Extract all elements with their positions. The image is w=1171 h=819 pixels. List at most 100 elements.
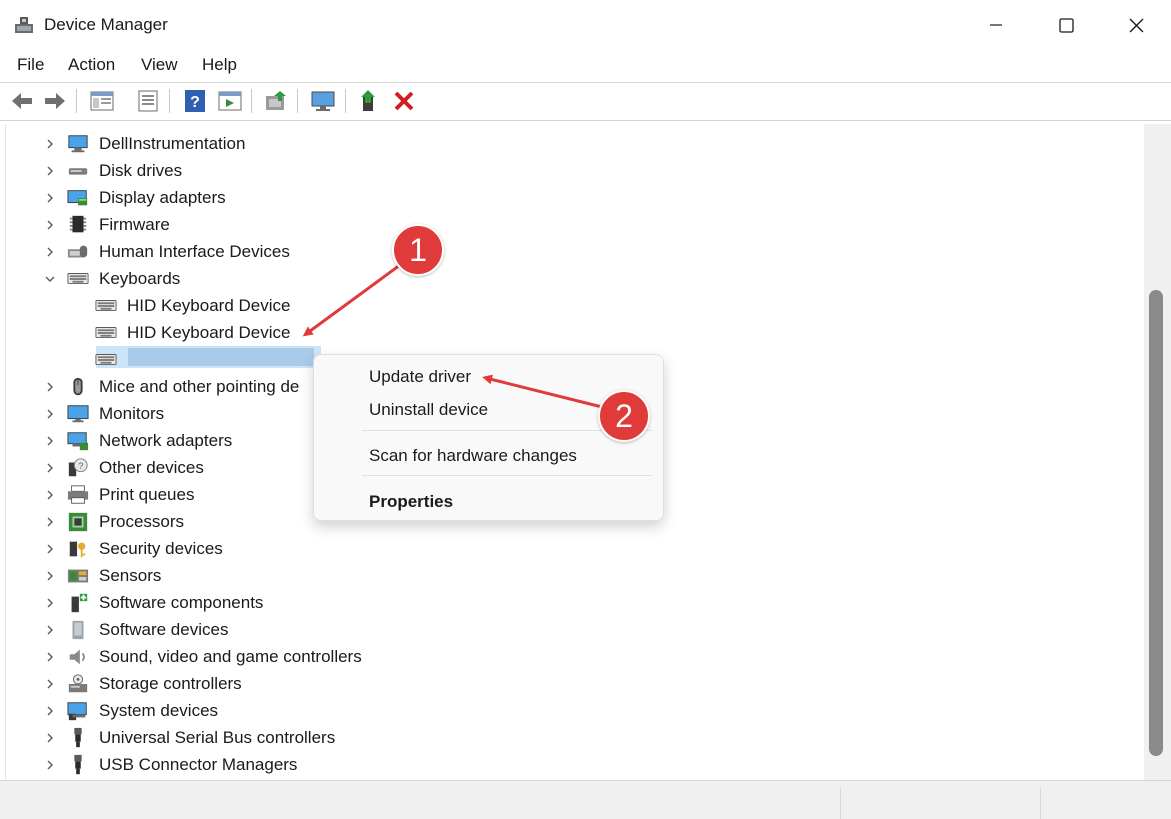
window-title: Device Manager bbox=[44, 15, 168, 34]
tree-category-item[interactable]: DellInstrumentation bbox=[6, 131, 1136, 157]
tree-category-item[interactable]: Disk drives bbox=[6, 158, 1136, 184]
chevron-right-icon[interactable] bbox=[44, 489, 56, 501]
tree-category-item[interactable]: Sound, video and game controllers bbox=[6, 644, 1136, 670]
svg-text:?: ? bbox=[190, 94, 200, 111]
chevron-right-icon[interactable] bbox=[44, 462, 56, 474]
chevron-right-icon[interactable] bbox=[44, 678, 56, 690]
menu-file[interactable]: File bbox=[17, 55, 44, 75]
vertical-scrollbar-thumb[interactable] bbox=[1149, 290, 1163, 756]
chevron-right-icon[interactable] bbox=[44, 705, 56, 717]
tree-category-item[interactable]: Display adapters bbox=[6, 185, 1136, 211]
back-arrow-icon[interactable] bbox=[9, 88, 35, 114]
chevron-right-icon[interactable] bbox=[44, 759, 56, 771]
uninstall-device-icon[interactable] bbox=[391, 88, 417, 114]
tree-item-label: USB Connector Managers bbox=[99, 755, 298, 774]
scan-hardware-icon[interactable] bbox=[263, 88, 289, 114]
toolbar-separator bbox=[297, 89, 298, 113]
chevron-down-icon[interactable] bbox=[44, 273, 56, 285]
chevron-right-icon[interactable] bbox=[44, 192, 56, 204]
chevron-right-icon[interactable] bbox=[44, 408, 56, 420]
svg-text:?: ? bbox=[78, 461, 83, 471]
usb-icon bbox=[74, 727, 82, 748]
chevron-right-icon[interactable] bbox=[44, 570, 56, 582]
mouse-icon bbox=[73, 377, 83, 396]
tree-item-label: System devices bbox=[99, 701, 219, 720]
toolbar-separator bbox=[251, 89, 252, 113]
close-button[interactable] bbox=[1101, 0, 1171, 50]
tree-item-label: Human Interface Devices bbox=[99, 242, 290, 261]
chevron-right-icon[interactable] bbox=[44, 246, 56, 258]
unknown-device-icon: ? bbox=[68, 458, 88, 477]
menu-divider bbox=[0, 82, 1171, 83]
status-divider bbox=[840, 787, 841, 819]
tree-item-label: Universal Serial Bus controllers bbox=[99, 728, 336, 747]
tree-category-item[interactable]: System devices bbox=[6, 698, 1136, 724]
chevron-right-icon[interactable] bbox=[44, 543, 56, 555]
menu-bar: File Action View Help bbox=[0, 52, 1171, 80]
tree-category-item[interactable]: Universal Serial Bus controllers bbox=[6, 725, 1136, 751]
tree-child-item[interactable]: HID Keyboard Device bbox=[6, 293, 1136, 319]
tree-category-item[interactable]: Software devices bbox=[6, 617, 1136, 643]
context-item-scan-hardware[interactable]: Scan for hardware changes bbox=[369, 446, 577, 466]
tree-item-label: Monitors bbox=[99, 404, 165, 423]
tree-category-item[interactable]: USB Connector Managers bbox=[6, 752, 1136, 778]
chevron-right-icon[interactable] bbox=[44, 651, 56, 663]
chevron-right-icon[interactable] bbox=[44, 165, 56, 177]
tree-item-label: Firmware bbox=[99, 215, 170, 234]
tree-category-item[interactable]: Security devices bbox=[6, 536, 1136, 562]
tree-item-label: Sound, video and game controllers bbox=[99, 647, 362, 666]
chevron-right-icon[interactable] bbox=[44, 435, 56, 447]
toolbar-divider bbox=[0, 120, 1171, 121]
status-bar bbox=[0, 780, 1171, 819]
tree-category-item[interactable]: Human Interface Devices bbox=[6, 239, 1136, 265]
context-item-update-driver[interactable]: Update driver bbox=[369, 367, 471, 387]
help-icon[interactable]: ? bbox=[182, 88, 208, 114]
toolbar-separator bbox=[76, 89, 77, 113]
device-manager-window: Device Manager File Action View Help ? D… bbox=[0, 0, 1171, 819]
security-key-icon bbox=[69, 541, 86, 558]
processor-icon bbox=[68, 512, 88, 532]
tree-item-label: Other devices bbox=[99, 458, 204, 477]
chevron-right-icon[interactable] bbox=[44, 732, 56, 744]
maximize-button[interactable] bbox=[1031, 0, 1101, 50]
minimize-icon bbox=[990, 24, 1002, 26]
chevron-right-icon[interactable] bbox=[44, 597, 56, 609]
storage-controller-icon bbox=[68, 674, 88, 693]
tree-item-label: Software devices bbox=[99, 620, 229, 639]
computer-icon bbox=[68, 135, 88, 153]
tree-item-label: Disk drives bbox=[99, 161, 183, 180]
update-driver-icon[interactable] bbox=[358, 88, 384, 114]
tree-category-item[interactable]: Software components bbox=[6, 590, 1136, 616]
menu-action[interactable]: Action bbox=[68, 55, 115, 75]
minimize-button[interactable] bbox=[961, 0, 1031, 50]
action-pane-icon[interactable] bbox=[217, 88, 243, 114]
toolbar: ? bbox=[0, 84, 1171, 118]
chevron-right-icon[interactable] bbox=[44, 516, 56, 528]
tree-category-item[interactable]: Firmware bbox=[6, 212, 1136, 238]
monitor-icon bbox=[67, 405, 89, 423]
tree-item-label: Keyboards bbox=[99, 269, 181, 288]
tree-child-item[interactable]: HID Keyboard Device bbox=[6, 320, 1136, 346]
properties-icon[interactable] bbox=[135, 88, 161, 114]
context-item-uninstall-device[interactable]: Uninstall device bbox=[369, 400, 488, 420]
close-icon bbox=[1129, 18, 1143, 32]
chevron-right-icon[interactable] bbox=[44, 381, 56, 393]
menu-view[interactable]: View bbox=[141, 55, 178, 75]
menu-help[interactable]: Help bbox=[202, 55, 237, 75]
software-device-icon bbox=[72, 620, 84, 640]
forward-arrow-icon[interactable] bbox=[42, 88, 68, 114]
chevron-right-icon[interactable] bbox=[44, 219, 56, 231]
keyboard-icon bbox=[95, 327, 117, 339]
software-component-icon bbox=[71, 593, 88, 613]
tree-category-item[interactable]: Sensors bbox=[6, 563, 1136, 589]
tree-category-item[interactable]: Keyboards bbox=[6, 266, 1136, 292]
tree-category-item[interactable]: Storage controllers bbox=[6, 671, 1136, 697]
context-menu-separator bbox=[362, 475, 652, 476]
sensor-icon bbox=[67, 569, 89, 583]
title-bar[interactable]: Device Manager bbox=[0, 0, 1171, 50]
chevron-right-icon[interactable] bbox=[44, 138, 56, 150]
chevron-right-icon[interactable] bbox=[44, 624, 56, 636]
context-item-properties[interactable]: Properties bbox=[369, 492, 453, 512]
monitor-icon[interactable] bbox=[310, 88, 336, 114]
show-hide-console-tree-icon[interactable] bbox=[89, 88, 115, 114]
